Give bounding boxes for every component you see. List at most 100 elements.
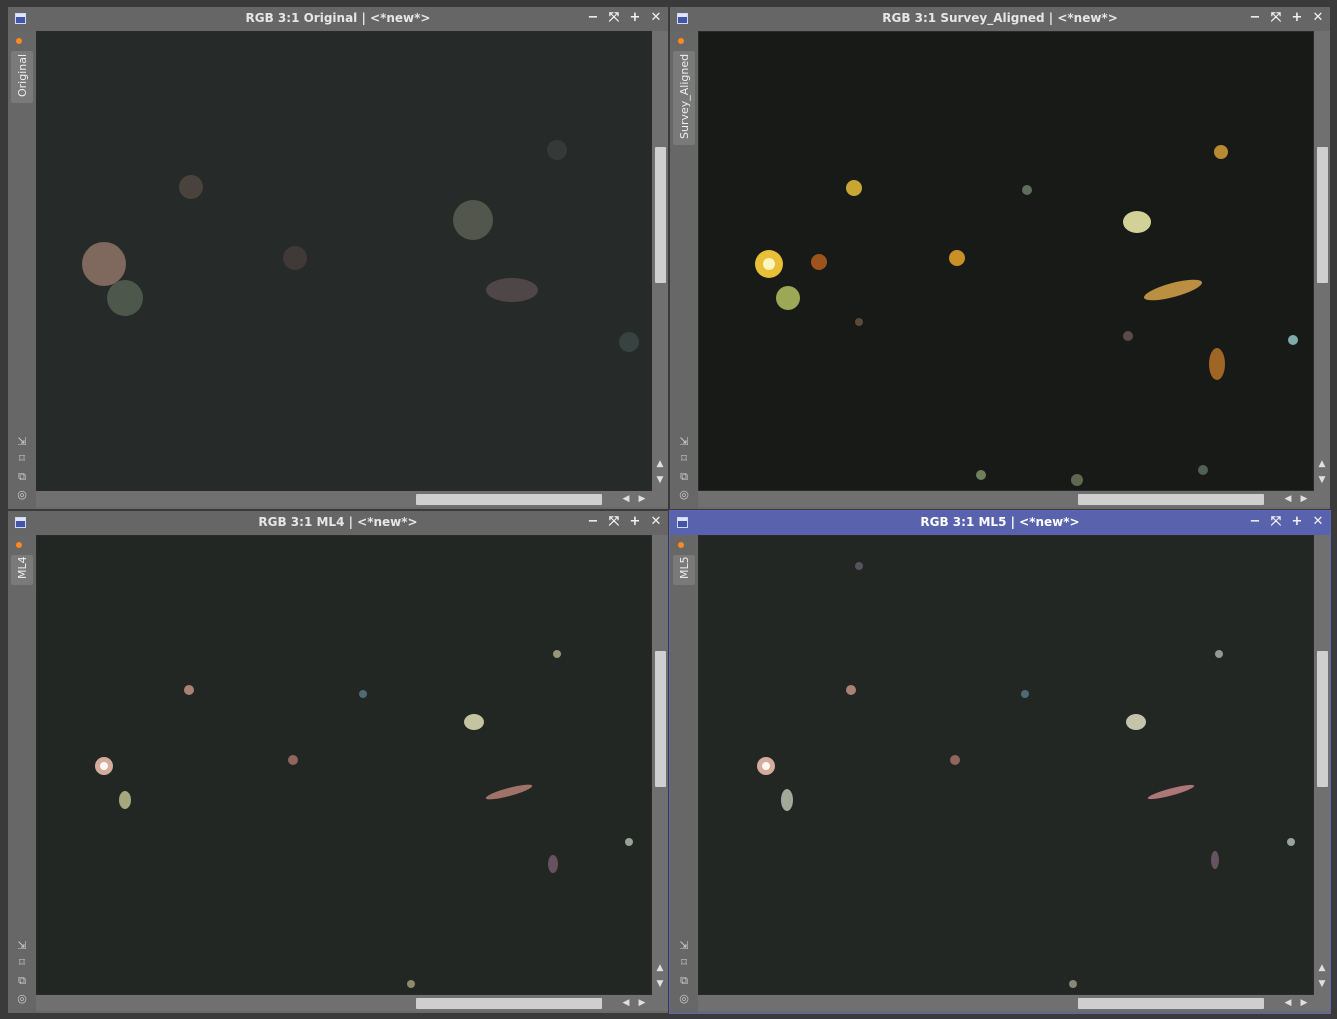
image-window-ml5[interactable]: RGB 3:1 ML5 | <*new*> − ⤧ + ✕ ML5 ⇲ ⌑ ⧉ …	[669, 510, 1331, 1014]
maximize-button[interactable]: +	[1291, 514, 1303, 530]
horizontal-scroll-thumb[interactable]	[416, 998, 602, 1009]
scroll-down-arrow[interactable]: ▼	[654, 979, 666, 989]
galaxy-blob	[486, 278, 538, 302]
image-viewport[interactable]	[36, 535, 652, 995]
vertical-scrollbar[interactable]: ▲ ▼	[652, 31, 668, 491]
zoom-icon[interactable]: ⌑	[16, 453, 28, 465]
scroll-up-arrow[interactable]: ▲	[654, 963, 666, 973]
scroll-down-arrow[interactable]: ▼	[1316, 475, 1328, 485]
horizontal-scroll-thumb[interactable]	[1078, 494, 1264, 505]
galaxy-blob	[82, 242, 126, 286]
image-window-original[interactable]: RGB 3:1 Original | <*new*> − ⤧ + ✕ Origi…	[8, 7, 668, 509]
maximize-button[interactable]: +	[629, 514, 641, 530]
horizontal-scrollbar[interactable]: ◀ ▶	[36, 491, 668, 507]
scroll-up-arrow[interactable]: ▲	[1316, 963, 1328, 973]
close-button[interactable]: ✕	[650, 10, 662, 26]
star	[949, 250, 965, 266]
shade-button[interactable]: ⤧	[608, 514, 620, 530]
image-canvas	[699, 536, 1313, 994]
target-icon[interactable]: ◎	[678, 489, 690, 501]
vertical-scroll-thumb[interactable]	[655, 651, 666, 787]
vertical-scrollbar[interactable]: ▲ ▼	[1314, 535, 1330, 995]
horizontal-scrollbar[interactable]: ◀ ▶	[36, 995, 668, 1011]
shade-button[interactable]: ⤧	[1270, 10, 1282, 26]
star	[1069, 980, 1077, 988]
target-icon[interactable]: ◎	[678, 993, 690, 1005]
fit-view-icon[interactable]: ⇲	[678, 436, 690, 448]
image-viewport[interactable]	[36, 31, 652, 491]
maximize-button[interactable]: +	[629, 10, 641, 26]
minimize-button[interactable]: −	[1249, 10, 1261, 26]
scroll-up-arrow[interactable]: ▲	[654, 459, 666, 469]
shade-button[interactable]: ⤧	[1270, 514, 1282, 530]
star	[1215, 650, 1223, 658]
star	[1071, 474, 1083, 486]
scroll-left-arrow[interactable]: ◀	[620, 998, 632, 1008]
view-side-strip: Original ⇲ ⌑ ⧉ ◎	[8, 31, 36, 509]
clone-view-icon[interactable]: ⧉	[16, 471, 28, 483]
image-window-ml4[interactable]: RGB 3:1 ML4 | <*new*> − ⤧ + ✕ ML4 ⇲ ⌑ ⧉ …	[8, 511, 668, 1013]
galaxy	[776, 286, 800, 310]
vertical-scroll-thumb[interactable]	[655, 147, 666, 283]
zoom-icon[interactable]: ⌑	[16, 957, 28, 969]
target-icon[interactable]: ◎	[16, 489, 28, 501]
star	[625, 838, 633, 846]
fit-view-icon[interactable]: ⇲	[16, 940, 28, 952]
maximize-button[interactable]: +	[1291, 10, 1303, 26]
minimize-button[interactable]: −	[587, 10, 599, 26]
vertical-scrollbar[interactable]: ▲ ▼	[1314, 31, 1330, 491]
shade-button[interactable]: ⤧	[608, 10, 620, 26]
zoom-icon[interactable]: ⌑	[678, 453, 690, 465]
scroll-down-arrow[interactable]: ▼	[1316, 979, 1328, 989]
fit-view-icon[interactable]: ⇲	[678, 940, 690, 952]
horizontal-scrollbar[interactable]: ◀ ▶	[698, 491, 1330, 507]
vertical-scrollbar[interactable]: ▲ ▼	[652, 535, 668, 995]
scroll-left-arrow[interactable]: ◀	[620, 494, 632, 504]
star	[1287, 838, 1295, 846]
view-side-strip: Survey_Aligned ⇲ ⌑ ⧉ ◎	[670, 31, 698, 509]
scroll-left-arrow[interactable]: ◀	[1282, 494, 1294, 504]
horizontal-scrollbar[interactable]: ◀ ▶	[698, 995, 1330, 1011]
fit-view-icon[interactable]: ⇲	[16, 436, 28, 448]
target-icon[interactable]: ◎	[16, 993, 28, 1005]
vertical-scroll-thumb[interactable]	[1317, 147, 1328, 283]
view-identifier-tab[interactable]: ML5	[673, 555, 695, 585]
horizontal-scroll-thumb[interactable]	[1078, 998, 1264, 1009]
clone-view-icon[interactable]: ⧉	[678, 975, 690, 987]
window-titlebar[interactable]: RGB 3:1 ML4 | <*new*> − ⤧ + ✕	[8, 511, 668, 535]
galaxy-blob	[547, 140, 567, 160]
image-viewport[interactable]	[698, 535, 1314, 995]
scroll-down-arrow[interactable]: ▼	[654, 475, 666, 485]
scroll-right-arrow[interactable]: ▶	[636, 998, 648, 1008]
star	[846, 180, 862, 196]
minimize-button[interactable]: −	[587, 514, 599, 530]
image-window-survey-aligned[interactable]: RGB 3:1 Survey_Aligned | <*new*> − ⤧ + ✕…	[670, 7, 1330, 509]
close-button[interactable]: ✕	[1312, 10, 1324, 26]
vertical-scroll-thumb[interactable]	[1317, 651, 1328, 787]
scroll-left-arrow[interactable]: ◀	[1282, 998, 1294, 1008]
star	[1198, 465, 1208, 475]
zoom-icon[interactable]: ⌑	[678, 957, 690, 969]
view-identifier-tab[interactable]: Original	[11, 51, 33, 103]
window-titlebar[interactable]: RGB 3:1 Survey_Aligned | <*new*> − ⤧ + ✕	[670, 7, 1330, 31]
star	[1123, 331, 1133, 341]
scroll-right-arrow[interactable]: ▶	[1298, 494, 1310, 504]
clone-view-icon[interactable]: ⧉	[16, 975, 28, 987]
minimize-button[interactable]: −	[1249, 514, 1261, 530]
image-viewport[interactable]	[698, 31, 1314, 491]
star	[855, 562, 863, 570]
clone-view-icon[interactable]: ⧉	[678, 471, 690, 483]
window-title: RGB 3:1 ML5 | <*new*>	[920, 515, 1080, 529]
star	[846, 685, 856, 695]
scroll-right-arrow[interactable]: ▶	[1298, 998, 1310, 1008]
horizontal-scroll-thumb[interactable]	[416, 494, 602, 505]
view-identifier-tab[interactable]: Survey_Aligned	[673, 51, 695, 145]
view-identifier-tab[interactable]: ML4	[11, 555, 33, 585]
scroll-right-arrow[interactable]: ▶	[636, 494, 648, 504]
scroll-up-arrow[interactable]: ▲	[1316, 459, 1328, 469]
window-titlebar[interactable]: RGB 3:1 Original | <*new*> − ⤧ + ✕	[8, 7, 668, 31]
close-button[interactable]: ✕	[1312, 514, 1324, 530]
window-titlebar[interactable]: RGB 3:1 ML5 | <*new*> − ⤧ + ✕	[670, 511, 1330, 535]
modified-indicator-dot	[678, 542, 684, 548]
close-button[interactable]: ✕	[650, 514, 662, 530]
